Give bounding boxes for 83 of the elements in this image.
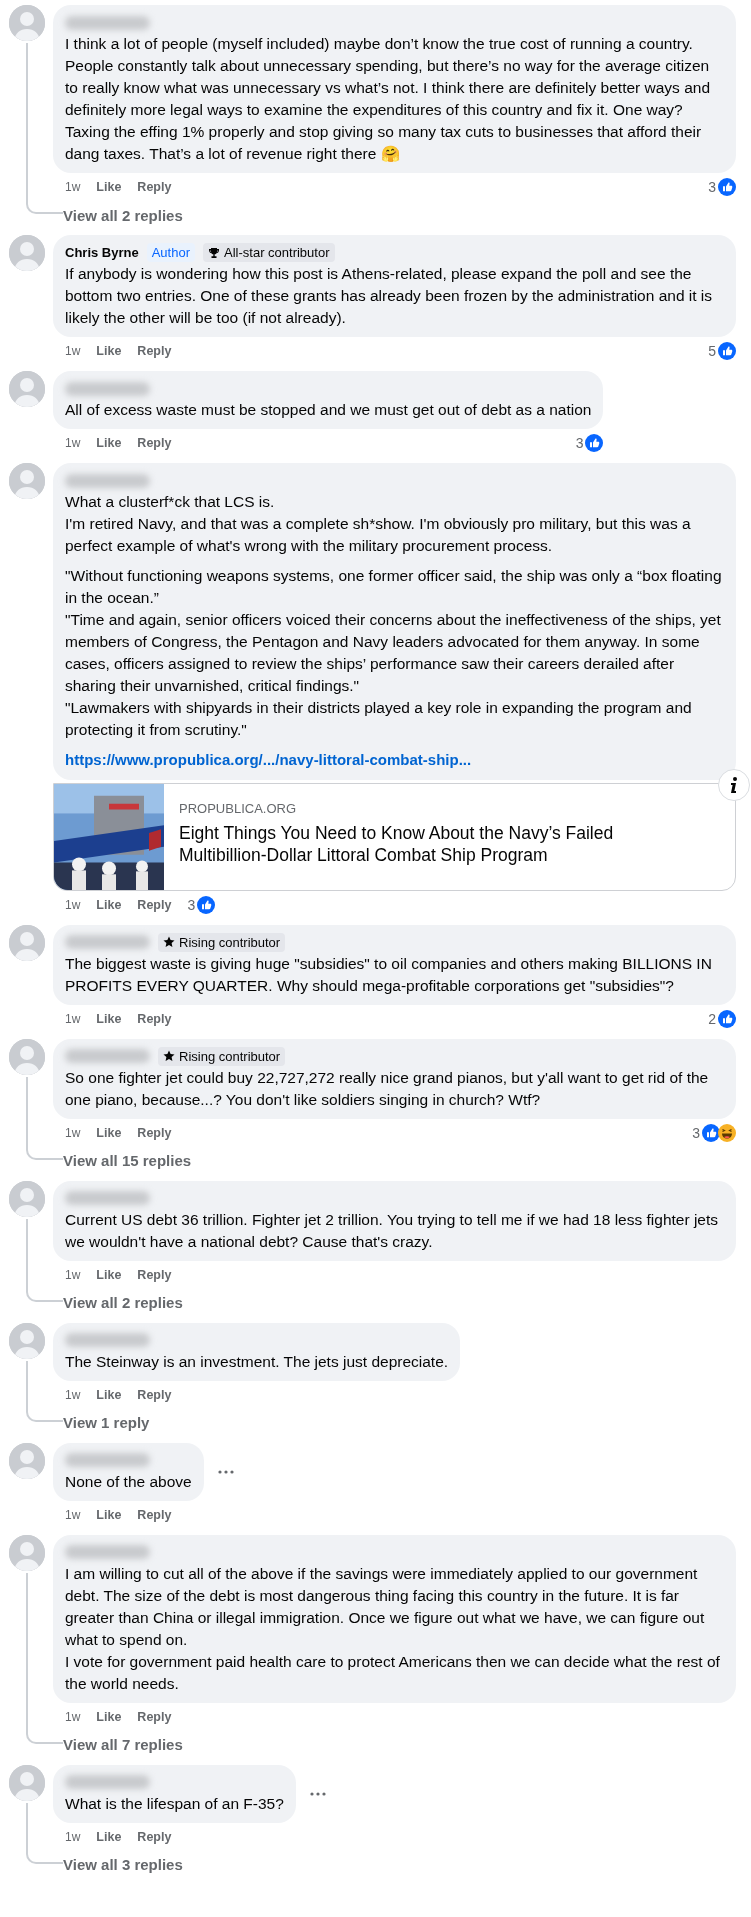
reply-button[interactable]: Reply: [137, 1387, 172, 1402]
avatar[interactable]: [9, 5, 45, 41]
avatar[interactable]: [9, 924, 45, 961]
avatar[interactable]: [9, 235, 45, 271]
like-button[interactable]: Like: [96, 1709, 122, 1724]
avatar[interactable]: [9, 371, 45, 407]
info-icon[interactable]: [718, 768, 750, 801]
author-badge: Author: [146, 243, 195, 262]
link-preview-card[interactable]: PROPUBLICA.ORG Eight Things You Need to Know About the Navy’s Failed Multibillion-Dollar Littoral Combat Ship Program: [53, 782, 736, 891]
comment-text: What is the lifespan of an F-35?: [65, 1793, 284, 1814]
link[interactable]: https://www.propublica.org/.../navy-littoral-combat-ship...: [65, 749, 724, 772]
more-icon[interactable]: [309, 1791, 326, 1796]
comment-time[interactable]: 1w: [65, 1267, 81, 1282]
trophy-icon: [208, 246, 220, 259]
view-replies-link[interactable]: View 1 reply: [63, 1414, 150, 1431]
view-replies-link[interactable]: View all 15 replies: [63, 1152, 192, 1169]
reaction-count[interactable]: 3: [708, 179, 716, 195]
reply-button[interactable]: Reply: [137, 1709, 172, 1724]
avatar[interactable]: [9, 1180, 45, 1217]
comment-time[interactable]: 1w: [65, 180, 81, 194]
reaction-count[interactable]: 3: [575, 435, 584, 451]
comment-text: The biggest waste is giving huge "subsidies" to oil companies and others making BILLIONS IN PROFITS EVERY QUARTER. Why should mega-profitable corporations get "subsidies"?: [65, 953, 713, 996]
comment-text: "Without functioning weapons systems, one former officer said, the ship was only a “box floating in the ocean.” "Time and again, senior officers voiced their concerns about the ineffectiveness of the ships, yet members of Congress, the Pentagon and Navy leaders advocated for them anyway. In some cases, officers assigned to review the ships’ performance saw their careers derailed after sharing their unvarnished, critical findings." "Lawmakers with shipyards in their districts played a key role in expanding the program and protecting it from scrutiny.": [65, 566, 723, 740]
reply-button[interactable]: Reply: [137, 897, 172, 912]
like-button[interactable]: Like: [96, 180, 122, 194]
comment-time[interactable]: 1w: [65, 436, 81, 450]
like-button[interactable]: Like: [96, 344, 122, 358]
reaction-count[interactable]: 2: [708, 1010, 716, 1027]
avatar[interactable]: [9, 463, 45, 499]
comment-text: Current US debt 36 trillion. Fighter jet 2 trillion. You trying to tell me if we had 18 less fighter jets we wouldn't have a national debt? Cause that's crazy.: [65, 1209, 720, 1252]
reaction-count[interactable]: 5: [708, 343, 716, 359]
comment-time[interactable]: 1w: [65, 1829, 81, 1844]
comment-text: So one fighter jet could buy 22,727,272 really nice grand pianos, but y'all want to get rid of the one piano, because...? You don't like soldiers singing in church? Wtf?: [65, 1067, 710, 1110]
reaction-count[interactable]: 3: [187, 896, 196, 913]
comment-text: I am willing to cut all of the above if the savings were immediately applied to our government debt. The size of the debt is most dangerous thing facing this country in the future. It is far greater than China or illegal immigration. Once we figure out what we have, we can figure out what to spend on. I vote for government paid health care to protect Americans then we can decide what the rest of the world needs.: [65, 1563, 721, 1694]
avatar[interactable]: [9, 1038, 45, 1075]
view-replies-link[interactable]: View all 2 replies: [63, 206, 183, 224]
like-button[interactable]: Like: [96, 1125, 122, 1140]
like-button[interactable]: Like: [96, 897, 122, 912]
contributor-badge: All-star contributor: [203, 243, 335, 262]
view-replies-link[interactable]: View all 2 replies: [63, 1294, 183, 1311]
like-button[interactable]: Like: [96, 1387, 122, 1402]
comment-text: I think a lot of people (myself included) maybe don’t know the true cost of running a country. People constantly talk about unnecessary spending, but there’s no way for the average citizen to really know what was unnecessary vs what’s not. I think there are definitely better ways and definitely more legal ways to examine the expenditures of this country and fix it. One way? Taxing the effing 1% properly and stop giving so many tax cuts to businesses that afford their dang taxes. That’s a lot of revenue right there 🤗: [65, 34, 711, 164]
reply-button[interactable]: Reply: [137, 1507, 172, 1522]
like-button[interactable]: Like: [96, 436, 122, 450]
comment-time[interactable]: 1w: [65, 897, 81, 912]
reply-button[interactable]: Reply: [137, 436, 172, 450]
author-name[interactable]: Chris Byrne: [65, 245, 139, 260]
reply-button[interactable]: Reply: [137, 1125, 172, 1140]
comment-time[interactable]: 1w: [65, 1125, 81, 1140]
avatar[interactable]: [9, 1534, 45, 1571]
avatar[interactable]: [9, 1442, 45, 1479]
comment-time[interactable]: 1w: [65, 1011, 81, 1026]
star-icon: [163, 1050, 175, 1062]
comment-time[interactable]: 1w: [65, 344, 81, 358]
reply-button[interactable]: Reply: [137, 1829, 172, 1844]
comment-text: None of the above: [65, 1471, 192, 1492]
link-title: Eight Things You Need to Know About the Navy’s Failed Multibillion-Dollar Littoral Combat Ship Program: [179, 822, 615, 866]
contributor-badge: Rising contributor: [158, 932, 286, 952]
comment-time[interactable]: 1w: [65, 1507, 81, 1522]
reply-button[interactable]: Reply: [137, 344, 172, 358]
avatar[interactable]: [9, 1764, 45, 1801]
contributor-badge: Rising contributor: [158, 1046, 286, 1066]
link-source: PROPUBLICA.ORG: [179, 801, 298, 816]
reaction-count[interactable]: 3: [692, 1124, 700, 1141]
more-icon[interactable]: [217, 1469, 234, 1474]
view-replies-link[interactable]: View all 3 replies: [63, 1856, 183, 1873]
reply-button[interactable]: Reply: [137, 1267, 172, 1282]
comment-time[interactable]: 1w: [65, 1709, 81, 1724]
reply-button[interactable]: Reply: [137, 180, 172, 194]
like-button[interactable]: Like: [96, 1507, 122, 1522]
reply-button[interactable]: Reply: [137, 1011, 172, 1026]
comment-text: All of excess waste must be stopped and we must get out of debt as a nation: [65, 400, 592, 420]
like-button[interactable]: Like: [96, 1829, 122, 1844]
comment-text: If anybody is wondering how this post is Athens-related, please expand the poll and see the bottom two entries. One of these grants has already been frozen by the administration and it is likely the other will be too (if not already).: [65, 264, 714, 328]
like-button[interactable]: Like: [96, 1011, 122, 1026]
like-button[interactable]: Like: [96, 1267, 122, 1282]
avatar[interactable]: [9, 1322, 45, 1359]
comment-text: The Steinway is an investment. The jets just depreciate.: [65, 1351, 449, 1372]
view-replies-link[interactable]: View all 7 replies: [63, 1736, 183, 1753]
comment-time[interactable]: 1w: [65, 1387, 81, 1402]
star-icon: [163, 936, 175, 948]
comment-text: What a clusterf*ck that LCS is. I'm retired Navy, and that was a complete sh*show. I'm obviously pro military, but this was a perfect example of what's wrong with the military procurement process.: [65, 492, 692, 556]
